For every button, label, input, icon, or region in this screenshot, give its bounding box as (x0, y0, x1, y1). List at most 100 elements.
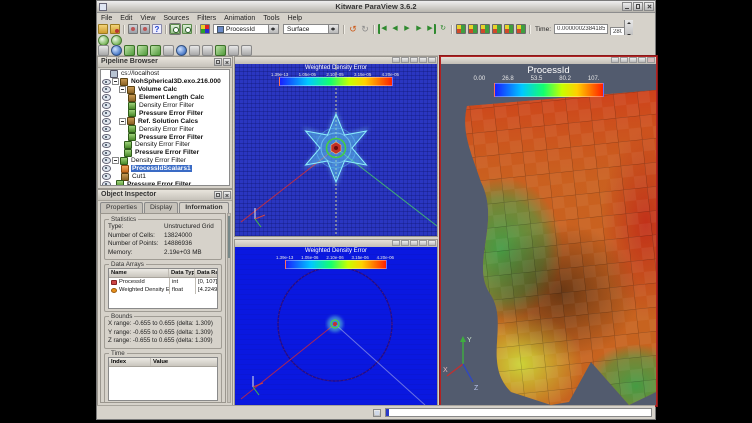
visibility-eye-icon[interactable] (102, 181, 111, 186)
viewport-3d[interactable]: Weighted Density Error 1.39e-13 1.05e-06… (235, 247, 437, 405)
split-horizontal-icon[interactable] (392, 57, 400, 63)
tab-properties[interactable]: Properties (100, 202, 143, 213)
pipeline-item-source[interactable]: NohSpherical3D.exo.216.000 (101, 78, 229, 86)
pipeline-item[interactable]: Density Error Filter (101, 125, 229, 133)
pipeline-item[interactable]: Ref. Solution Calcs (101, 117, 229, 125)
visibility-eye-icon[interactable] (102, 142, 111, 149)
pipeline-item[interactable]: Cut1 (101, 173, 229, 181)
data-array-row[interactable]: ProcessId int [0, 107] (109, 278, 217, 286)
close-view-icon[interactable] (647, 57, 655, 63)
pipeline-item[interactable]: Density Error Filter (101, 102, 229, 110)
camera-minus-y-button[interactable] (492, 24, 502, 34)
maximize-view-icon[interactable] (419, 57, 427, 63)
pipeline-item[interactable]: Pressure Error Filter (101, 109, 229, 117)
menu-animation[interactable]: Animation (220, 15, 259, 22)
pipeline-item[interactable]: Pressure Error Filter (101, 149, 229, 157)
collapse-icon[interactable] (119, 118, 126, 125)
close-view-icon[interactable] (428, 57, 436, 63)
column-header-type[interactable]: Data Type (169, 269, 195, 277)
active-variable-combo[interactable]: ProcessId (213, 24, 279, 34)
maximize-button[interactable] (633, 2, 643, 11)
camera-plus-y-button[interactable] (480, 24, 490, 34)
title-bar[interactable]: Kitware ParaView 3.6.2 (97, 1, 655, 13)
visibility-eye-icon[interactable] (102, 86, 111, 93)
pipeline-browser-header[interactable]: Pipeline Browser (98, 57, 232, 68)
collapse-icon[interactable] (112, 157, 119, 164)
column-header-name[interactable]: Name (109, 269, 169, 277)
select-points-button[interactable] (182, 24, 192, 34)
pipeline-item[interactable]: Volume Calc (101, 86, 229, 94)
extract-subset-button[interactable] (163, 45, 174, 56)
stream-tracer-button[interactable] (189, 45, 200, 56)
visibility-eye-icon[interactable] (102, 102, 111, 109)
help-button[interactable]: ? (152, 24, 162, 34)
auto-apply-button[interactable] (98, 35, 109, 46)
viewport-3d[interactable]: Weighted Density Error 1.39e-13 1.05e-05… (235, 64, 437, 236)
vcr-play-button[interactable]: ▶ (402, 24, 412, 34)
apply-changes-button[interactable] (111, 35, 122, 46)
camera-plus-x-button[interactable] (456, 24, 466, 34)
vcr-previous-frame-button[interactable]: ◀ (390, 24, 400, 34)
pipeline-item[interactable]: Density Error Filter (101, 157, 229, 165)
split-vertical-icon[interactable] (620, 57, 628, 63)
viewport-3d[interactable]: Y X Z ProcessId 0.00 26.8 53.5 80.2 107. (441, 64, 656, 405)
select-cells-button[interactable] (170, 24, 180, 34)
scrollbar-thumb[interactable] (228, 216, 230, 258)
connect-server-button[interactable] (128, 24, 138, 34)
combo-arrows-icon[interactable] (268, 25, 278, 33)
visibility-eye-icon[interactable] (102, 110, 111, 117)
column-header-index[interactable]: Index (109, 358, 151, 366)
close-button[interactable] (644, 2, 654, 11)
pipeline-item-selected[interactable]: ProcessIdScalars1 (101, 165, 229, 173)
detach-view-icon[interactable] (629, 57, 637, 63)
vcr-next-frame-button[interactable]: ▶ (414, 24, 424, 34)
open-file-button[interactable] (98, 24, 108, 34)
split-vertical-icon[interactable] (401, 240, 409, 246)
inspector-scrollbar[interactable] (227, 213, 231, 403)
time-input[interactable] (554, 24, 608, 34)
warp-filter-button[interactable] (202, 45, 213, 56)
visibility-eye-icon[interactable] (102, 118, 111, 125)
extra-filter-button[interactable] (241, 45, 252, 56)
redo-button[interactable]: ↻ (360, 24, 370, 34)
detach-view-icon[interactable] (410, 57, 418, 63)
visibility-eye-icon[interactable] (102, 94, 111, 101)
menu-view[interactable]: View (136, 15, 159, 22)
menu-edit[interactable]: Edit (116, 15, 136, 22)
pipeline-item[interactable]: Element Length Calc (101, 94, 229, 102)
clip-filter-button[interactable] (124, 45, 135, 56)
menu-help[interactable]: Help (284, 15, 306, 22)
menu-file[interactable]: File (97, 15, 116, 22)
camera-minus-x-button[interactable] (468, 24, 478, 34)
extract-level-button[interactable] (228, 45, 239, 56)
abort-progress-button[interactable] (373, 409, 381, 417)
data-array-row[interactable]: Weighted Density Error float [4.22496e-1… (109, 286, 217, 294)
visibility-eye-icon[interactable] (102, 150, 111, 157)
disconnect-server-button[interactable] (140, 24, 150, 34)
split-vertical-icon[interactable] (401, 57, 409, 63)
pipeline-item[interactable]: Density Error Filter (101, 141, 229, 149)
camera-minus-z-button[interactable] (516, 24, 526, 34)
tab-information[interactable]: Information (179, 202, 228, 213)
undock-icon[interactable] (214, 191, 222, 199)
pipeline-item[interactable]: Pressure Error Filter (101, 180, 229, 186)
tab-display[interactable]: Display (144, 202, 178, 213)
contour-filter-button[interactable] (111, 45, 122, 56)
camera-plus-z-button[interactable] (504, 24, 514, 34)
pipeline-item-server[interactable]: cs://localhost (101, 70, 229, 78)
undock-icon[interactable] (214, 58, 222, 66)
visibility-eye-icon[interactable] (102, 126, 111, 133)
pipeline-item[interactable]: Pressure Error Filter (101, 133, 229, 141)
menu-sources[interactable]: Sources (159, 15, 193, 22)
column-header-range[interactable]: Data Ranges (195, 269, 217, 277)
close-view-icon[interactable] (428, 240, 436, 246)
calculator-filter-button[interactable] (98, 45, 109, 56)
group-datasets-button[interactable] (215, 45, 226, 56)
color-legend[interactable]: Weighted Density Error 1.39e-13 1.05e-06… (276, 248, 396, 269)
save-data-button[interactable] (110, 24, 120, 34)
column-header-value[interactable]: Value (151, 358, 217, 366)
split-horizontal-icon[interactable] (611, 57, 619, 63)
menu-tools[interactable]: Tools (259, 15, 283, 22)
maximize-view-icon[interactable] (638, 57, 646, 63)
detach-view-icon[interactable] (410, 240, 418, 246)
